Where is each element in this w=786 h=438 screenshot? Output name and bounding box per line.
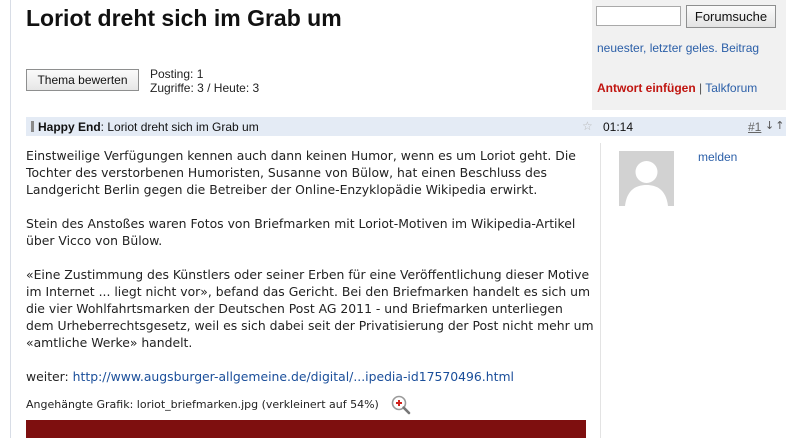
source-label: weiter: <box>26 369 73 384</box>
post-paragraph: «Eine Zustimmung des Künstlers oder sein… <box>26 267 594 350</box>
source-line: weiter: http://www.augsburger-allgemeine… <box>26 368 594 385</box>
post-subject: : Loriot dreht sich im Grab um <box>100 120 259 134</box>
default-avatar-icon <box>619 151 674 206</box>
post-paragraph: Stein des Anstoßes waren Fotos von Brief… <box>26 216 576 248</box>
post-marker <box>31 121 34 132</box>
reply-row: Antwort einfügen | Talkforum <box>597 81 757 95</box>
newest-post-link[interactable]: neuester, letzter geles. Beitrag <box>597 41 759 55</box>
post-header-text: Happy End: Loriot dreht sich im Grab um <box>38 120 259 134</box>
attachment-caption: Angehängte Grafik: loriot_briefmarken.jp… <box>26 398 379 411</box>
post-author[interactable]: Happy End <box>38 120 101 134</box>
report-link[interactable]: melden <box>698 150 737 164</box>
post-nav-arrows-icon[interactable]: ↓↑ <box>765 119 785 132</box>
post-paragraph: Einstweilige Verfügungen kennen auch dan… <box>26 148 576 197</box>
talkforum-link[interactable]: Talkforum <box>705 81 757 95</box>
zoom-in-icon[interactable] <box>390 394 412 416</box>
column-divider <box>600 143 601 438</box>
forum-search-button[interactable]: Forumsuche <box>686 5 776 28</box>
left-border <box>10 0 11 438</box>
thread-title: Loriot dreht sich im Grab um <box>26 5 342 31</box>
thread-stats: Posting: 1 Zugriffe: 3 / Heute: 3 <box>150 67 259 95</box>
source-url-link[interactable]: http://www.augsburger-allgemeine.de/digi… <box>73 369 514 384</box>
post-number-link[interactable]: #1 <box>748 120 761 134</box>
add-reply-link[interactable]: Antwort einfügen <box>597 81 696 95</box>
postings-count: Posting: 1 <box>150 67 204 81</box>
hits-count: Zugriffe: 3 / Heute: 3 <box>150 81 260 95</box>
forum-search-input[interactable] <box>596 6 681 26</box>
post-body: Einstweilige Verfügungen kennen auch dan… <box>26 147 594 385</box>
separator: | <box>699 81 703 95</box>
rate-thread-button[interactable]: Thema bewerten <box>26 69 139 91</box>
star-icon[interactable]: ☆ <box>582 119 593 133</box>
post-time: 01:14 <box>603 120 634 134</box>
user-avatar <box>619 151 674 206</box>
attached-image[interactable] <box>26 420 586 438</box>
